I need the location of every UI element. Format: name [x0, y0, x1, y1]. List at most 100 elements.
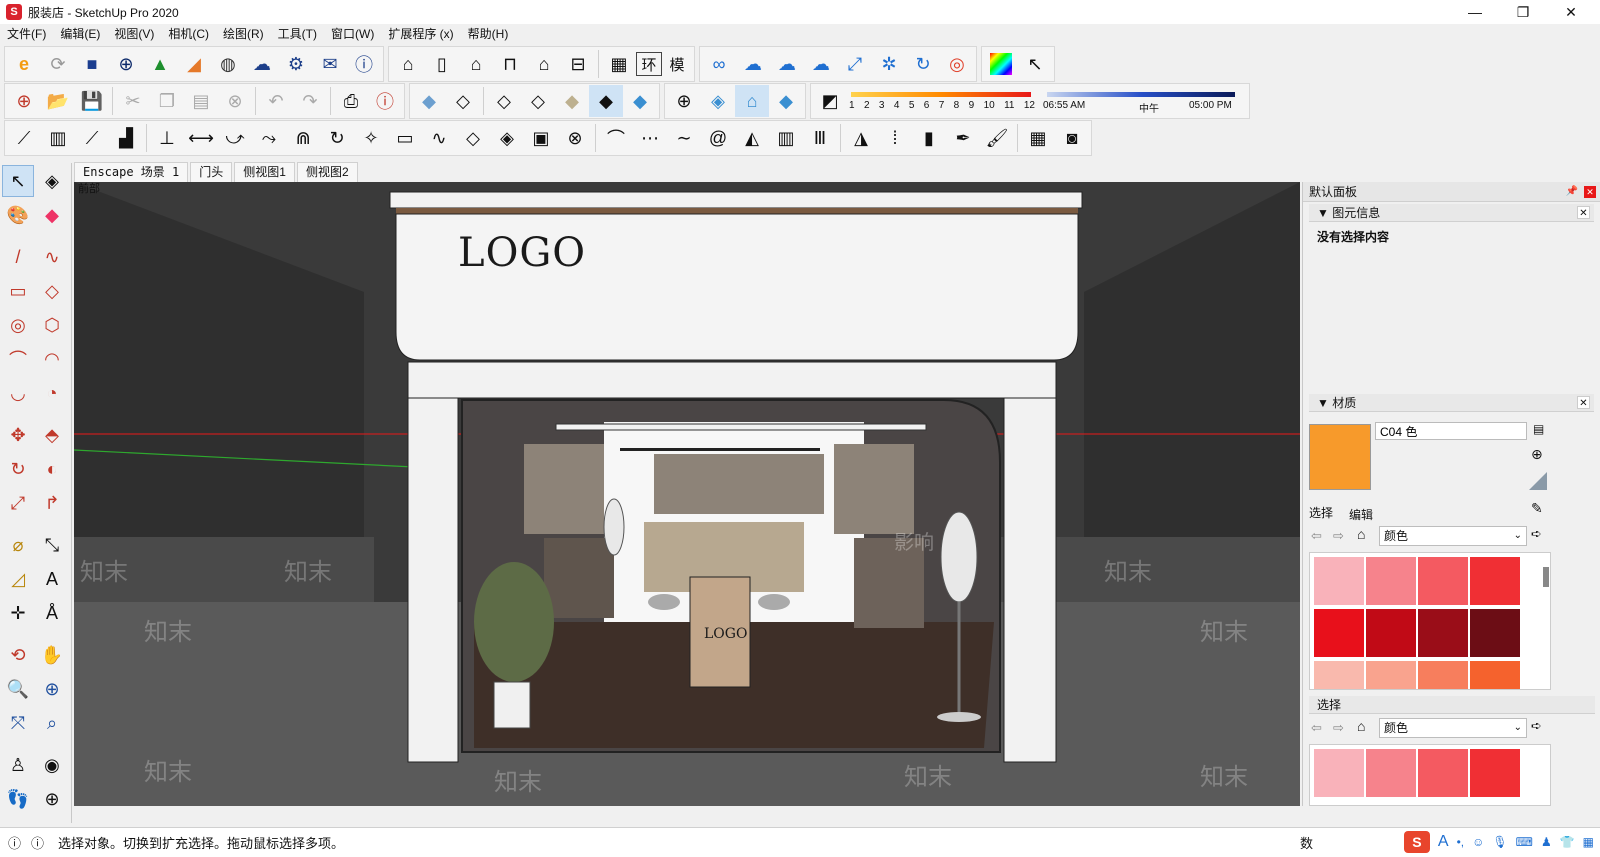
menu-extensions[interactable]: 扩展程序 (x)	[381, 24, 460, 44]
zoom-extents-icon[interactable]: ⤧	[2, 707, 34, 739]
house-outline-icon[interactable]: ⌂	[527, 48, 561, 80]
monochrome-style-icon[interactable]: ◆	[623, 85, 657, 117]
previous-view-icon[interactable]: ⌕	[36, 707, 68, 739]
menu-tools[interactable]: 工具(T)	[271, 24, 324, 44]
tray-close-icon[interactable]: ✕	[1584, 186, 1596, 198]
layers-icon[interactable]: ◢	[177, 48, 211, 80]
pin-icon[interactable]: 📌	[1566, 182, 1578, 202]
cut-icon[interactable]: ✂	[116, 85, 150, 117]
shadow-date-slider[interactable]: 1 2 3 4 5 6 7 8 9 10 11 12	[847, 86, 1037, 116]
shadow-time-slider[interactable]: 06:55 AM 中午 05:00 PM	[1043, 86, 1243, 116]
rotate-arc-tool-icon[interactable]: ↻	[320, 122, 354, 154]
copy-icon[interactable]: ❐	[150, 85, 184, 117]
secondary-library-select[interactable]: 颜色 ⌄	[1379, 718, 1527, 738]
orbit-tool-icon[interactable]: ⟲	[2, 639, 34, 671]
new-file-icon[interactable]: ⊕	[7, 85, 41, 117]
eyedropper-icon[interactable]: ✎	[1531, 500, 1543, 517]
materials-tab-select[interactable]: 选择	[1309, 504, 1333, 521]
paste-icon[interactable]: ▤	[184, 85, 218, 117]
dimension-tool-icon[interactable]: ⤡	[36, 529, 68, 561]
close-button[interactable]: ✕	[1548, 0, 1594, 24]
offset-tool-icon[interactable]: ↱	[36, 487, 68, 519]
keyboard-icon[interactable]: ⌨	[1516, 835, 1533, 849]
home-icon[interactable]: ⌂	[1357, 718, 1365, 734]
wave-tool-icon[interactable]: ∼	[667, 122, 701, 154]
split-tool-icon[interactable]: ⤳	[252, 122, 286, 154]
rotate-tool-icon[interactable]: ↻	[2, 453, 34, 485]
scene-tab-enscape-1[interactable]: Enscape 场景 1	[74, 162, 189, 182]
split-face-tool-icon[interactable]: ◭	[735, 122, 769, 154]
current-material-preview[interactable]	[1309, 424, 1371, 490]
material-swatch[interactable]	[1470, 609, 1520, 657]
store-view-icon[interactable]: ⊟	[561, 48, 595, 80]
bar-chart-tool-icon[interactable]: ▟	[109, 122, 143, 154]
material-swatch[interactable]	[1366, 661, 1416, 689]
section-fill-icon[interactable]: ◆	[769, 85, 803, 117]
mo-button[interactable]: 模	[662, 48, 692, 80]
cloud-list-icon[interactable]: ☁	[804, 48, 838, 80]
two-point-arc-icon[interactable]: ◠	[36, 343, 68, 375]
walk-footprints-icon[interactable]: 👣	[2, 783, 34, 815]
home-view-icon[interactable]: ⌂	[459, 48, 493, 80]
sogou-ime-logo[interactable]: S	[1403, 831, 1430, 853]
emoji-icon[interactable]: ☺	[1472, 835, 1484, 849]
polygon-tool-icon[interactable]: ⬡	[36, 309, 68, 341]
shaded-textures-style-icon[interactable]: ◆	[589, 85, 623, 117]
eraser-icon[interactable]: ◆	[36, 199, 68, 231]
material-swatch[interactable]	[1418, 609, 1468, 657]
sync-icon[interactable]: ⟳	[41, 48, 75, 80]
pie-tool-icon[interactable]: ◔	[36, 377, 68, 409]
material-name-field[interactable]	[1375, 422, 1527, 440]
scene-tab-side-view-2[interactable]: 侧视图2	[296, 162, 358, 182]
display-secondary-icon[interactable]: ▤	[1533, 422, 1544, 436]
railing-tool-icon[interactable]: Ⅲ	[803, 122, 837, 154]
brush-tool-icon[interactable]: 🖌	[980, 122, 1014, 154]
box-tool-icon[interactable]: ▭	[388, 122, 422, 154]
expand-frame-icon[interactable]: ⤢	[838, 48, 872, 80]
punctuation-icon[interactable]: •,	[1457, 835, 1465, 849]
profile-tool-icon[interactable]: ⊥	[150, 122, 184, 154]
protractor-icon[interactable]: ◿	[2, 563, 34, 595]
door-view-icon[interactable]: ▯	[425, 48, 459, 80]
redo-icon[interactable]: ↷	[293, 85, 327, 117]
capture-tool-icon[interactable]: ◙	[1055, 122, 1089, 154]
open-folder-icon[interactable]: 📂	[41, 85, 75, 117]
section-display-icon[interactable]: ⌂	[735, 85, 769, 117]
follow-me-icon[interactable]: ◐	[36, 453, 68, 485]
ime-mode-indicator[interactable]: A	[1438, 833, 1449, 851]
rectangle-tool-icon[interactable]: ▭	[2, 275, 34, 307]
material-swatch[interactable]	[1470, 557, 1520, 605]
3d-text-icon[interactable]: Å	[36, 597, 68, 629]
select-cursor-icon[interactable]: ↖	[1018, 48, 1052, 80]
material-swatch[interactable]	[1366, 749, 1416, 797]
axes-tool-icon[interactable]: ✛	[2, 597, 34, 629]
chain-tool-icon[interactable]: ⋯	[633, 122, 667, 154]
pen-tool-icon[interactable]: ✒	[946, 122, 980, 154]
materials-header[interactable]: ▼ 材质 ✕	[1309, 394, 1594, 412]
user-icon[interactable]: ♟	[1541, 835, 1552, 849]
scene-tab-storefront[interactable]: 门头	[190, 162, 233, 182]
line-tool-icon[interactable]: /	[2, 241, 34, 273]
tree-icon[interactable]: ▲	[143, 48, 177, 80]
details-arrow-icon[interactable]: ➪	[1531, 718, 1542, 734]
menu-draw[interactable]: 绘图(R)	[216, 24, 271, 44]
menu-view[interactable]: 视图(V)	[107, 24, 161, 44]
details-arrow-icon[interactable]: ➪	[1531, 526, 1542, 542]
mirror-tool-icon[interactable]: ◮	[844, 122, 878, 154]
tape-measure-icon[interactable]: ⌀	[2, 529, 34, 561]
material-swatch[interactable]	[1418, 749, 1468, 797]
array-tool-icon[interactable]: ⁞	[878, 122, 912, 154]
menu-help[interactable]: 帮助(H)	[461, 24, 516, 44]
position-camera-icon[interactable]: ♙	[2, 749, 34, 781]
stairs-tool-icon[interactable]: ⟋	[7, 122, 41, 154]
menu-file[interactable]: 文件(F)	[0, 24, 53, 44]
explode-tool-icon[interactable]: ◈	[490, 122, 524, 154]
materials-tab-edit[interactable]: 编辑	[1349, 506, 1373, 523]
color-palette-icon[interactable]	[990, 53, 1012, 75]
compass-circle-icon[interactable]: ◎	[940, 48, 974, 80]
push-pull-icon[interactable]: ⬘	[36, 419, 68, 451]
restore-button[interactable]: ❐	[1500, 0, 1546, 24]
select-arrow-icon[interactable]: ↖	[2, 165, 34, 197]
material-swatch[interactable]	[1366, 557, 1416, 605]
microphone-icon[interactable]: 🎙	[1492, 835, 1507, 849]
